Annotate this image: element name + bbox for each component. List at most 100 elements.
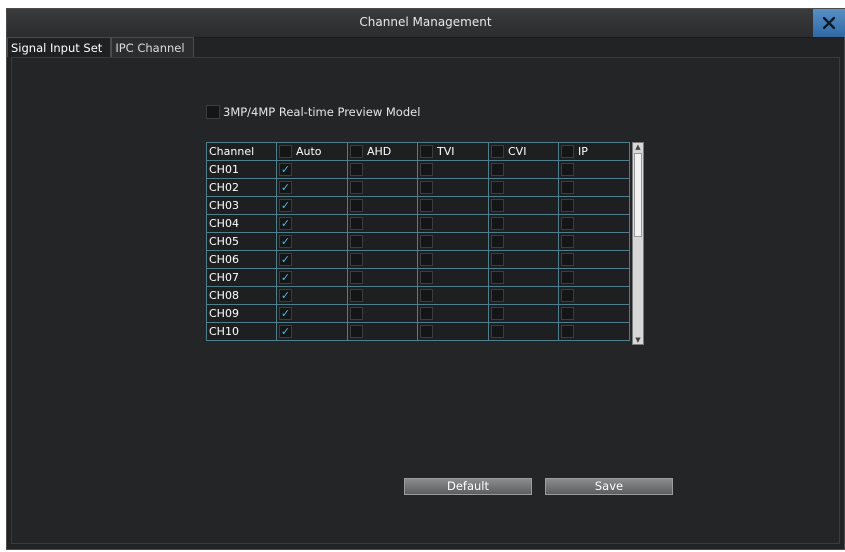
cell-ip [558,250,630,269]
cvi-checkbox[interactable] [491,307,504,320]
cell-ahd [347,250,418,269]
tvi-checkbox[interactable] [420,181,433,194]
auto-checkbox[interactable]: ✓ [279,289,292,302]
ip-checkbox[interactable] [561,325,574,338]
tvi-checkbox[interactable] [420,253,433,266]
preview-model-checkbox[interactable] [206,105,220,119]
auto-checkbox[interactable]: ✓ [279,253,292,266]
tvi-checkbox[interactable] [420,307,433,320]
cvi-checkbox[interactable] [491,271,504,284]
table-row: CH04 ✓ [206,214,630,233]
cell-cvi [488,304,559,323]
cell-tvi [417,268,489,287]
channel-management-window: Channel Management Signal Input Set IPC … [6,8,845,550]
tab-bar: Signal Input Set IPC Channel [7,37,194,57]
tab-ipc-channel[interactable]: IPC Channel [111,37,194,57]
channel-name: CH02 [206,178,277,197]
select-all-cvi-checkbox[interactable] [491,145,504,158]
ahd-checkbox[interactable] [350,217,363,230]
select-all-auto-checkbox[interactable] [279,145,292,158]
auto-checkbox[interactable]: ✓ [279,325,292,338]
auto-checkbox[interactable]: ✓ [279,217,292,230]
ip-checkbox[interactable] [561,181,574,194]
tvi-checkbox[interactable] [420,325,433,338]
cell-auto: ✓ [276,286,348,305]
ahd-checkbox[interactable] [350,253,363,266]
cell-tvi [417,214,489,233]
auto-checkbox[interactable]: ✓ [279,271,292,284]
auto-checkbox[interactable]: ✓ [279,235,292,248]
cvi-checkbox[interactable] [491,199,504,212]
channel-name: CH01 [206,160,277,179]
cvi-checkbox[interactable] [491,181,504,194]
tvi-checkbox[interactable] [420,235,433,248]
table-row: CH05 ✓ [206,232,630,251]
ip-checkbox[interactable] [561,253,574,266]
table-row: CH10 ✓ [206,322,630,341]
cvi-checkbox[interactable] [491,163,504,176]
ahd-checkbox[interactable] [350,307,363,320]
table-row: CH03 ✓ [206,196,630,215]
save-button[interactable]: Save [545,478,673,495]
preview-model-option: 3MP/4MP Real-time Preview Model [206,105,420,119]
ahd-checkbox[interactable] [350,181,363,194]
cell-ip [558,232,630,251]
ahd-checkbox[interactable] [350,289,363,302]
cvi-checkbox[interactable] [491,325,504,338]
cell-ahd [347,304,418,323]
scroll-up-icon[interactable]: ▲ [634,143,642,151]
checkmark-icon: ✓ [280,199,291,212]
ahd-checkbox[interactable] [350,199,363,212]
signal-input-panel: 3MP/4MP Real-time Preview Model Channel A… [11,57,840,544]
scrollbar-thumb[interactable] [634,153,642,237]
scroll-down-icon[interactable]: ▼ [634,336,642,344]
tvi-checkbox[interactable] [420,217,433,230]
column-header-cvi: CVI [488,142,559,161]
auto-checkbox[interactable]: ✓ [279,181,292,194]
cell-auto: ✓ [276,250,348,269]
select-all-tvi-checkbox[interactable] [420,145,433,158]
cell-ip [558,178,630,197]
close-button[interactable] [813,9,845,37]
ip-checkbox[interactable] [561,199,574,212]
cell-ahd [347,196,418,215]
cvi-checkbox[interactable] [491,253,504,266]
cell-auto: ✓ [276,322,348,341]
channel-name: CH04 [206,214,277,233]
auto-checkbox[interactable]: ✓ [279,307,292,320]
cell-cvi [488,214,559,233]
cvi-checkbox[interactable] [491,235,504,248]
grid-scrollbar[interactable]: ▲ ▼ [632,142,644,345]
cvi-checkbox[interactable] [491,217,504,230]
auto-checkbox[interactable]: ✓ [279,163,292,176]
cell-ahd [347,268,418,287]
tvi-checkbox[interactable] [420,271,433,284]
ip-checkbox[interactable] [561,235,574,248]
ahd-checkbox[interactable] [350,271,363,284]
tvi-checkbox[interactable] [420,199,433,212]
tvi-checkbox[interactable] [420,163,433,176]
ahd-checkbox[interactable] [350,163,363,176]
cell-cvi [488,196,559,215]
cvi-checkbox[interactable] [491,289,504,302]
select-all-ahd-checkbox[interactable] [350,145,363,158]
cell-tvi [417,322,489,341]
ip-checkbox[interactable] [561,271,574,284]
ip-checkbox[interactable] [561,217,574,230]
column-header-ahd: AHD [347,142,418,161]
ip-checkbox[interactable] [561,163,574,176]
ip-checkbox[interactable] [561,289,574,302]
ahd-checkbox[interactable] [350,235,363,248]
channel-name: CH09 [206,304,277,323]
ahd-checkbox[interactable] [350,325,363,338]
cell-auto: ✓ [276,214,348,233]
tvi-checkbox[interactable] [420,289,433,302]
tab-signal-input-set[interactable]: Signal Input Set [7,37,112,57]
ip-checkbox[interactable] [561,307,574,320]
cell-ahd [347,286,418,305]
checkmark-icon: ✓ [280,325,291,338]
auto-checkbox[interactable]: ✓ [279,199,292,212]
checkmark-icon: ✓ [280,163,291,176]
default-button[interactable]: Default [404,478,532,495]
select-all-ip-checkbox[interactable] [561,145,574,158]
